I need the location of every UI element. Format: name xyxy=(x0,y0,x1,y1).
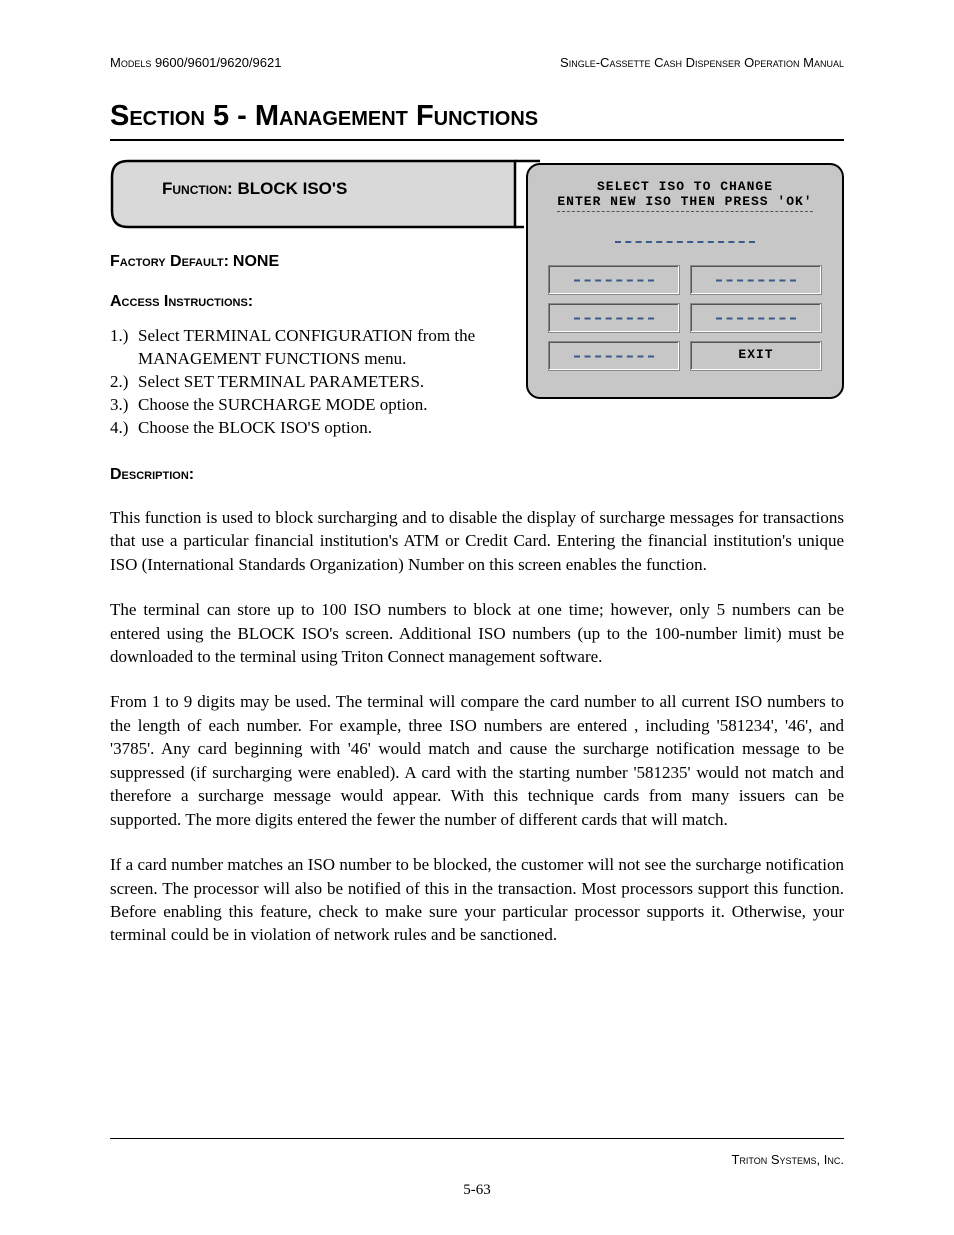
terminal-screenshot: SELECT ISO TO CHANGE ENTER NEW ISO THEN … xyxy=(526,163,844,399)
factory-default-value: NONE xyxy=(233,253,279,270)
footer-company: Triton Systems, Inc. xyxy=(731,1152,844,1167)
section-title: Section 5 - Management Functions xyxy=(110,100,844,133)
list-item: 1.)Select TERMINAL CONFIGURATION from th… xyxy=(110,325,515,371)
instruction-list: 1.)Select TERMINAL CONFIGURATION from th… xyxy=(110,325,515,440)
paragraph: This function is used to block surchargi… xyxy=(110,506,844,576)
factory-default-label: Factory Default: xyxy=(110,253,229,270)
instruction-text: Select SET TERMINAL PARAMETERS. xyxy=(138,371,515,394)
instruction-text: Select TERMINAL CONFIGURATION from the M… xyxy=(138,325,515,371)
header-right: Single-Cassette Cash Dispenser Operation… xyxy=(560,55,844,70)
header-left: Models 9600/9601/9620/9621 xyxy=(110,55,281,70)
function-prefix: Function: xyxy=(162,179,233,198)
iso-slot-4[interactable] xyxy=(690,303,822,333)
iso-slot-1[interactable] xyxy=(548,265,680,295)
iso-input-main[interactable] xyxy=(615,240,755,243)
paragraph: From 1 to 9 digits may be used. The term… xyxy=(110,690,844,831)
iso-slot-3[interactable] xyxy=(548,303,680,333)
instruction-text: Choose the BLOCK ISO'S option. xyxy=(138,417,515,440)
function-value: BLOCK ISO'S xyxy=(237,179,347,198)
list-item: 3.)Choose the SURCHARGE MODE option. xyxy=(110,394,515,417)
access-instructions-label: Access Instructions: xyxy=(110,293,253,310)
instruction-text: Choose the SURCHARGE MODE option. xyxy=(138,394,515,417)
exit-button[interactable]: EXIT xyxy=(690,341,822,371)
screenshot-line2: ENTER NEW ISO THEN PRESS 'OK' xyxy=(557,194,812,212)
section-rule xyxy=(110,139,844,141)
iso-slot-5[interactable] xyxy=(548,341,680,371)
paragraph: If a card number matches an ISO number t… xyxy=(110,853,844,947)
footer-page-number: 5-63 xyxy=(0,1182,954,1199)
list-item: 2.)Select SET TERMINAL PARAMETERS. xyxy=(110,371,515,394)
description-label: Description: xyxy=(110,466,194,483)
iso-slot-2[interactable] xyxy=(690,265,822,295)
list-item: 4.)Choose the BLOCK ISO'S option. xyxy=(110,417,515,440)
function-label: Function: BLOCK ISO'S xyxy=(162,179,347,199)
paragraph: The terminal can store up to 100 ISO num… xyxy=(110,598,844,668)
footer-rule xyxy=(110,1138,844,1139)
screenshot-line1: SELECT ISO TO CHANGE xyxy=(540,179,830,194)
